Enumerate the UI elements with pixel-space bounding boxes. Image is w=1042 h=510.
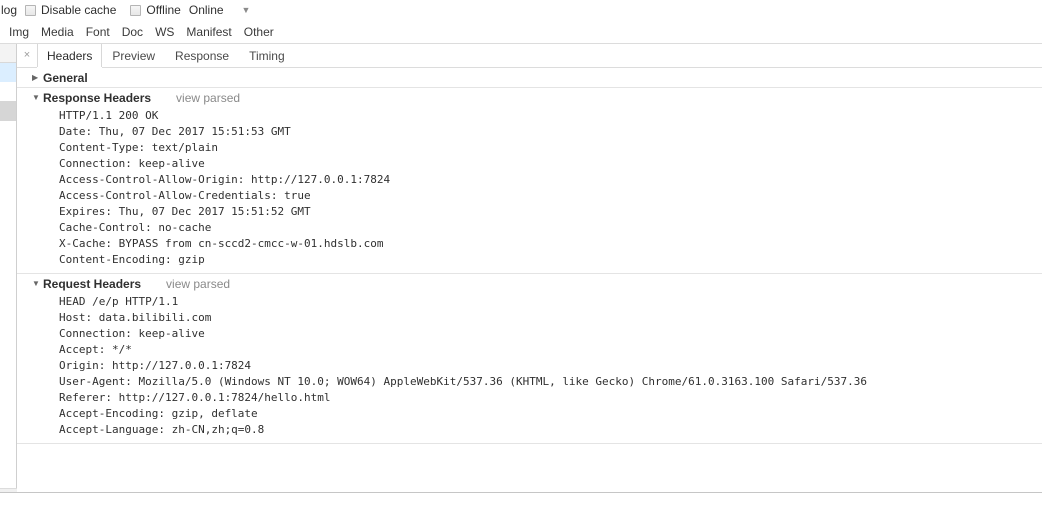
tab-response[interactable]: Response <box>165 44 239 67</box>
offline-checkbox-group[interactable]: Offline <box>130 0 181 21</box>
chevron-down-icon[interactable]: ▼ <box>242 0 251 21</box>
offline-label: Offline <box>146 3 181 17</box>
below-panel-strip <box>0 493 1042 510</box>
header-line: Connection: keep-alive <box>59 157 205 170</box>
section-request-headers-title: Request Headers <box>43 276 142 291</box>
filter-media[interactable]: Media <box>35 23 80 41</box>
header-line: Origin: http://127.0.0.1:7824 <box>59 359 252 372</box>
header-line: HEAD /e/p HTTP/1.1 <box>59 295 179 308</box>
filter-other[interactable]: Other <box>238 23 280 41</box>
request-list-scrollbar-thumb[interactable] <box>0 101 16 121</box>
header-line: Access-Control-Allow-Origin: http://127.… <box>59 173 391 186</box>
section-response-headers-title: Response Headers <box>43 90 152 105</box>
filter-doc[interactable]: Doc <box>116 23 149 41</box>
close-icon[interactable]: × <box>17 44 37 67</box>
request-headers-lines: HEAD /e/p HTTP/1.1 Host: data.bilibili.c… <box>17 293 1042 443</box>
filter-img[interactable]: Img <box>0 23 35 41</box>
request-detail-panel: × Headers Preview Response Timing ▶ Gene… <box>17 44 1042 492</box>
header-line: Access-Control-Allow-Credentials: true <box>59 189 311 202</box>
request-list-panel[interactable] <box>0 44 17 492</box>
filter-font[interactable]: Font <box>80 23 116 41</box>
disable-cache-checkbox-group[interactable]: Disable cache <box>25 0 116 21</box>
headers-content: ▶ General ▼ Response Headers view parsed… <box>17 68 1042 491</box>
chevron-down-icon[interactable]: ▼ <box>32 93 43 102</box>
header-line: Content-Type: text/plain <box>59 141 218 154</box>
section-general-title: General <box>43 70 88 85</box>
throttling-value: Online <box>188 3 224 17</box>
chevron-right-icon[interactable]: ▶ <box>32 73 43 82</box>
tab-preview[interactable]: Preview <box>102 44 165 67</box>
detail-tabstrip: × Headers Preview Response Timing <box>17 44 1042 68</box>
header-line: Connection: keep-alive <box>59 327 205 340</box>
request-list-row[interactable] <box>0 82 16 101</box>
header-line: User-Agent: Mozilla/5.0 (Windows NT 10.0… <box>59 375 867 388</box>
preserve-log-label: log <box>1 3 18 17</box>
view-parsed-link-request[interactable]: view parsed <box>166 277 230 291</box>
section-response-headers: ▼ Response Headers view parsed HTTP/1.1 … <box>17 88 1042 274</box>
request-list-header <box>0 44 16 63</box>
resource-type-filters: Img Media Font Doc WS Manifest Other <box>0 21 1042 44</box>
tab-headers[interactable]: Headers <box>37 44 103 68</box>
header-line: Date: Thu, 07 Dec 2017 15:51:53 GMT <box>59 125 291 138</box>
response-headers-lines: HTTP/1.1 200 OK Date: Thu, 07 Dec 2017 1… <box>17 107 1042 273</box>
header-line: Content-Encoding: gzip <box>59 253 205 266</box>
header-line: Accept: */* <box>59 343 132 356</box>
header-line: Referer: http://127.0.0.1:7824/hello.htm… <box>59 391 331 404</box>
section-request-headers-header[interactable]: ▼ Request Headers view parsed <box>17 274 1042 293</box>
section-general-header[interactable]: ▶ General <box>17 68 1042 87</box>
filter-manifest[interactable]: Manifest <box>180 23 237 41</box>
tab-timing[interactable]: Timing <box>239 44 295 67</box>
checkbox-icon[interactable] <box>25 5 37 16</box>
header-line: Host: data.bilibili.com <box>59 311 212 324</box>
header-line: Expires: Thu, 07 Dec 2017 15:51:52 GMT <box>59 205 311 218</box>
header-line: Accept-Encoding: gzip, deflate <box>59 407 258 420</box>
disable-cache-label: Disable cache <box>41 3 117 17</box>
checkbox-icon[interactable] <box>130 5 142 16</box>
header-line: Cache-Control: no-cache <box>59 221 212 234</box>
request-list-row-selected[interactable] <box>0 63 16 82</box>
section-general: ▶ General <box>17 68 1042 88</box>
view-parsed-link-response[interactable]: view parsed <box>176 91 240 105</box>
section-request-headers: ▼ Request Headers view parsed HEAD /e/p … <box>17 274 1042 444</box>
chevron-down-icon[interactable]: ▼ <box>32 279 43 288</box>
preserve-log-checkbox-group[interactable]: log <box>0 0 17 21</box>
section-response-headers-header[interactable]: ▼ Response Headers view parsed <box>17 88 1042 107</box>
throttling-select[interactable]: Online ▼ <box>189 0 251 21</box>
filter-ws[interactable]: WS <box>149 23 180 41</box>
header-line: HTTP/1.1 200 OK <box>59 109 159 122</box>
header-line: Accept-Language: zh-CN,zh;q=0.8 <box>59 423 265 436</box>
header-line: X-Cache: BYPASS from cn-sccd2-cmcc-w-01.… <box>59 237 384 250</box>
network-toolbar: log Disable cache Offline Online ▼ <box>0 0 1042 21</box>
